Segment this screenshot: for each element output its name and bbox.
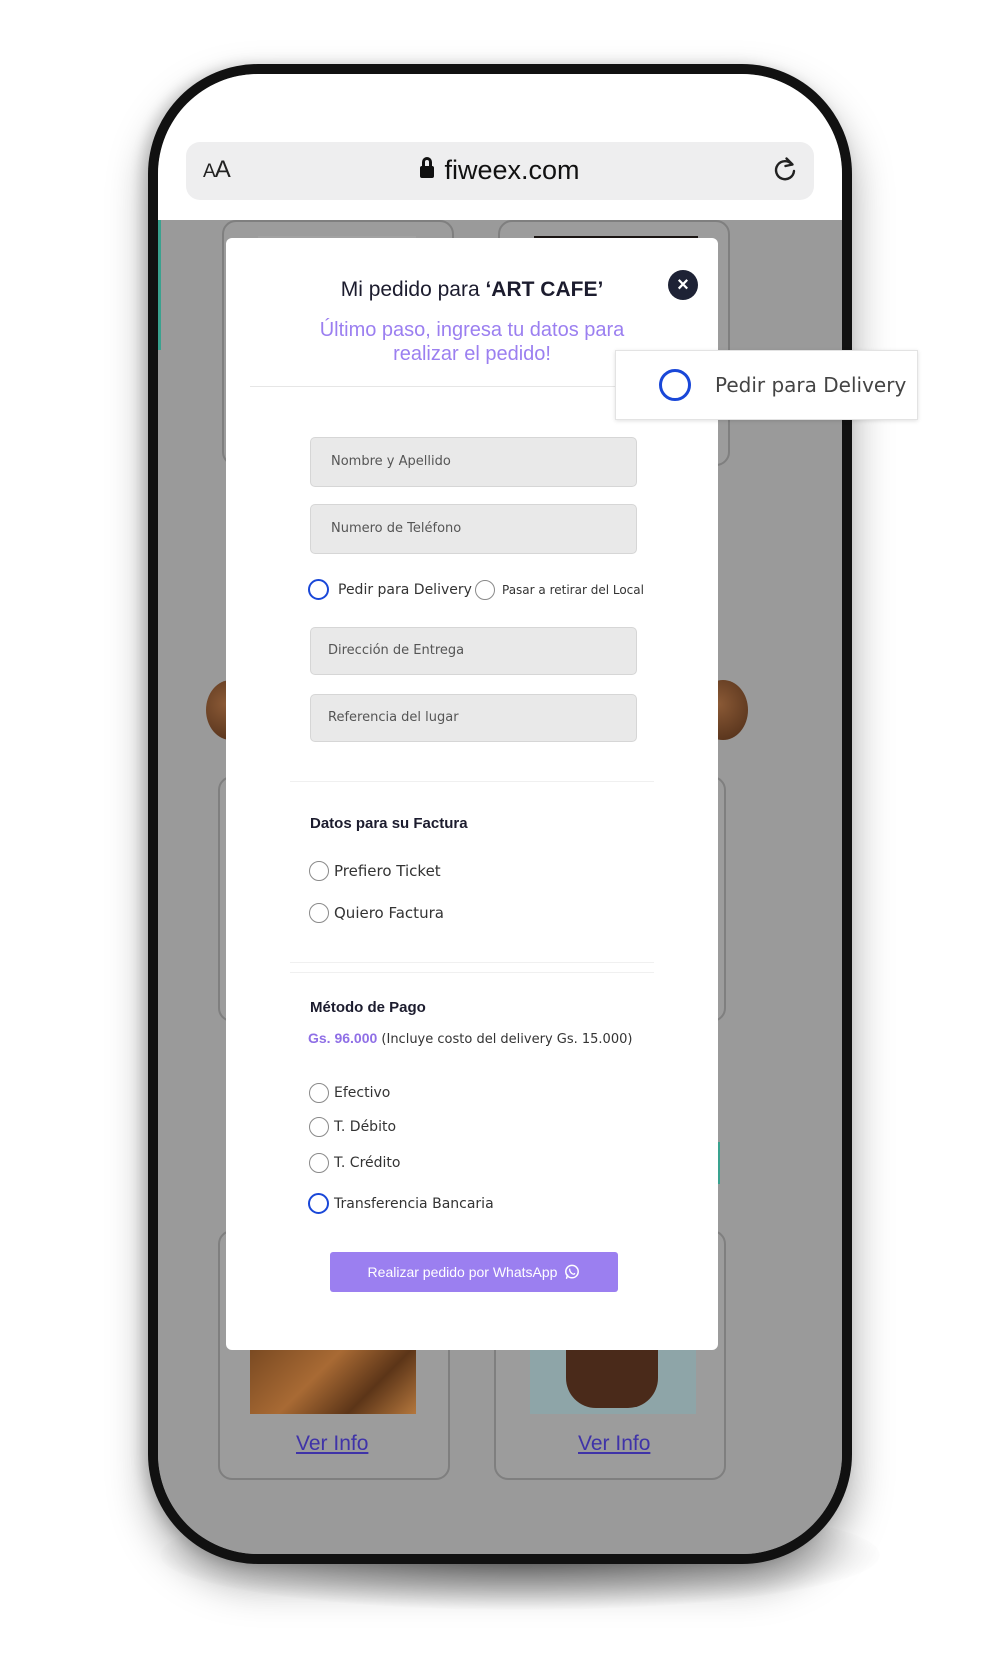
submit-label: Realizar pedido por WhatsApp	[367, 1264, 558, 1280]
url-text: fiweex.com	[444, 155, 580, 185]
price-note: (Incluye costo del delivery Gs. 15.000)	[377, 1032, 633, 1047]
url-display[interactable]: fiweex.com	[186, 155, 814, 186]
radio-button[interactable]	[309, 903, 329, 923]
phone-field[interactable]: Numero de Teléfono	[310, 504, 637, 554]
address-field[interactable]: Dirección de Entrega	[310, 627, 637, 675]
close-button[interactable]: ×	[668, 270, 698, 300]
title-prefix: Mi pedido para	[340, 278, 486, 301]
modal-subtitle: Último paso, ingresa tu datos para reali…	[319, 319, 625, 365]
ver-info-link[interactable]: Ver Info	[296, 1432, 368, 1456]
credit-option-label: T. Crédito	[334, 1155, 401, 1171]
radio-button[interactable]	[475, 580, 495, 600]
credit-option[interactable]: T. Crédito	[309, 1153, 400, 1173]
ver-info-link[interactable]: Ver Info	[578, 1432, 650, 1456]
total-price: Gs. 96.000	[308, 1030, 378, 1046]
invoice-option[interactable]: Quiero Factura	[309, 903, 444, 923]
ticket-option[interactable]: Prefiero Ticket	[309, 861, 441, 881]
price-line: Gs. 96.000 (Incluye costo del delivery G…	[308, 1030, 632, 1047]
debit-option-label: T. Débito	[334, 1119, 397, 1135]
invoice-option-label: Quiero Factura	[334, 904, 444, 922]
cash-option[interactable]: Efectivo	[309, 1083, 390, 1103]
radio-button[interactable]	[309, 1083, 329, 1103]
radio-button[interactable]	[309, 861, 329, 881]
store-name: ‘ART CAFE’	[485, 278, 604, 301]
divider	[290, 962, 654, 963]
cash-option-label: Efectivo	[334, 1085, 391, 1101]
modal-title: Mi pedido para ‘ART CAFE’	[226, 278, 718, 302]
lock-icon	[420, 157, 435, 178]
divider	[290, 972, 654, 973]
delivery-option[interactable]: Pedir para Delivery	[308, 579, 472, 600]
delivery-option-label: Pedir para Delivery	[338, 581, 472, 598]
pickup-option[interactable]: Pasar a retirar del Local	[475, 580, 644, 600]
address-bar[interactable]: AA fiweex.com	[186, 142, 814, 200]
muffin-shape	[566, 1350, 658, 1408]
radio-button[interactable]	[309, 1117, 329, 1137]
divider	[290, 781, 654, 782]
whatsapp-icon	[565, 1264, 580, 1279]
browser-toolbar: AA fiweex.com	[158, 74, 842, 220]
pickup-option-label: Pasar a retirar del Local	[502, 583, 644, 597]
invoice-section-title: Datos para su Factura	[310, 815, 468, 832]
delivery-callout[interactable]: Pedir para Delivery	[615, 350, 918, 420]
product-image	[530, 1350, 696, 1414]
radio-button[interactable]	[309, 1153, 329, 1173]
radio-button[interactable]	[308, 579, 329, 600]
payment-section-title: Método de Pago	[310, 999, 426, 1016]
reload-icon[interactable]	[770, 155, 800, 185]
callout-label: Pedir para Delivery	[715, 373, 907, 397]
radio-button[interactable]	[308, 1193, 329, 1214]
transfer-option-label: Transferencia Bancaria	[334, 1195, 494, 1212]
whatsapp-order-button[interactable]: Realizar pedido por WhatsApp	[330, 1252, 618, 1292]
accent-strip	[158, 220, 161, 350]
product-image	[250, 1350, 416, 1414]
name-field[interactable]: Nombre y Apellido	[310, 437, 637, 487]
ticket-option-label: Prefiero Ticket	[334, 862, 441, 880]
radio-button[interactable]	[659, 369, 691, 401]
debit-option[interactable]: T. Débito	[309, 1117, 396, 1137]
reference-field[interactable]: Referencia del lugar	[310, 694, 637, 742]
transfer-option[interactable]: Transferencia Bancaria	[308, 1193, 494, 1214]
